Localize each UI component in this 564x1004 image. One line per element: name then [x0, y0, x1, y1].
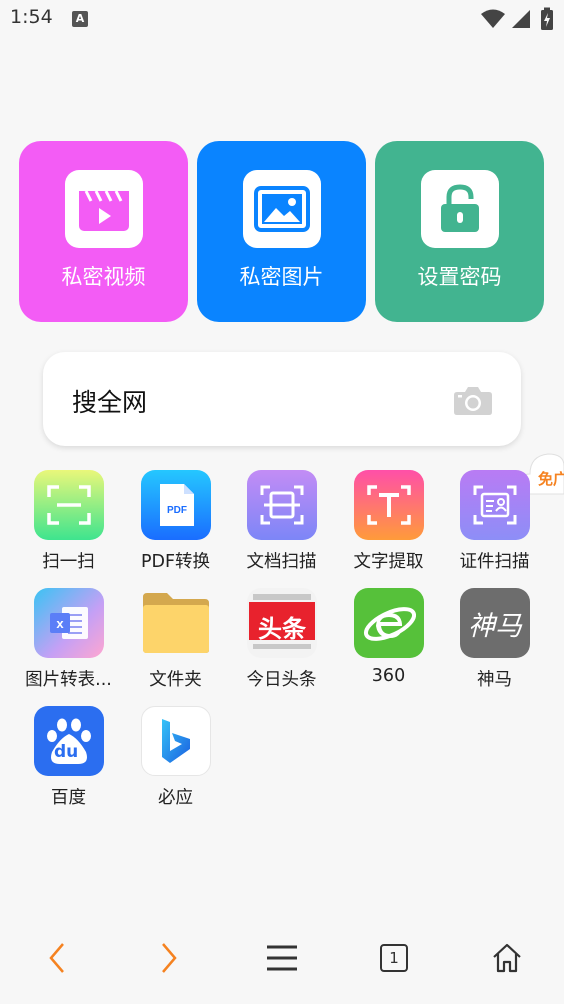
video-icon: [65, 170, 143, 248]
wifi-icon: [481, 9, 505, 28]
baidu-icon-text: du: [54, 742, 79, 762]
search-placeholder: 搜全网: [72, 388, 148, 417]
signal-icon: [512, 10, 530, 28]
app-label: PDF转换: [140, 552, 211, 572]
toutiao-icon: 头条: [247, 588, 317, 658]
notification-icon: A: [72, 11, 88, 27]
app-document-scan[interactable]: 文档扫描: [228, 470, 335, 580]
document-scan-icon: [247, 470, 317, 540]
tabs-icon: 1: [380, 944, 408, 972]
forward-button[interactable]: [144, 936, 194, 980]
home-icon: [493, 943, 521, 973]
back-button[interactable]: [32, 936, 82, 980]
lock-icon: [421, 170, 499, 248]
home-button[interactable]: [482, 936, 532, 980]
back-icon: [49, 943, 64, 973]
set-password-label: 设置密码: [417, 265, 502, 289]
app-image-to-excel[interactable]: x 图片转表...: [15, 588, 122, 698]
app-bing[interactable]: 必应: [122, 706, 229, 816]
status-time: 1:54: [10, 6, 53, 28]
folder-icon: [141, 588, 211, 658]
app-label: 今日头条: [246, 670, 317, 690]
menu-button[interactable]: [257, 936, 307, 980]
app-id-scan[interactable]: 证件扫描: [441, 470, 548, 580]
app-360[interactable]: 360: [335, 588, 442, 698]
app-label: 扫一扫: [42, 552, 95, 572]
app-label: 图片转表...: [25, 670, 112, 690]
app-label: 360: [371, 666, 406, 686]
camera-icon[interactable]: [453, 384, 493, 416]
battery-charging-icon: [541, 7, 553, 30]
app-scan[interactable]: 扫一扫: [15, 470, 122, 580]
shenma-icon-text: 神马: [468, 610, 522, 642]
app-label: 文档扫描: [246, 552, 317, 572]
app-baidu[interactable]: du 百度: [15, 706, 122, 816]
search-box[interactable]: 搜全网: [43, 352, 521, 446]
app-label: 神马: [477, 670, 512, 690]
toutiao-icon-text: 头条: [258, 615, 306, 643]
app-folder[interactable]: 文件夹: [122, 588, 229, 698]
menu-icon: [267, 945, 297, 971]
app-pdf-convert[interactable]: PDF PDF转换: [122, 470, 229, 580]
app-label: 文字提取: [353, 552, 424, 572]
pdf-icon: PDF: [141, 470, 211, 540]
text-extract-icon: [354, 470, 424, 540]
image-to-excel-icon: x: [34, 588, 104, 658]
bottom-nav: 1: [0, 926, 564, 990]
app-toutiao[interactable]: 头条 今日头条: [228, 588, 335, 698]
app-label: 文件夹: [149, 670, 202, 690]
tabs-button[interactable]: 1: [369, 936, 419, 980]
image-icon: [243, 170, 321, 248]
shenma-icon: 神马: [460, 588, 530, 658]
private-video-card[interactable]: 私密视频: [19, 141, 188, 322]
app-label: 必应: [158, 788, 193, 808]
private-image-label: 私密图片: [239, 265, 324, 289]
status-bar: 1:54 A: [0, 0, 564, 38]
scan-icon: [34, 470, 104, 540]
forward-icon: [162, 943, 177, 973]
svg-text:x: x: [56, 616, 64, 631]
private-image-card[interactable]: 私密图片: [197, 141, 366, 322]
svg-text:PDF: PDF: [167, 505, 187, 516]
bing-icon: [141, 706, 211, 776]
app-shenma[interactable]: 神马 神马: [441, 588, 548, 698]
360-browser-icon: [354, 588, 424, 658]
private-video-label: 私密视频: [61, 265, 146, 289]
set-password-card[interactable]: 设置密码: [375, 141, 544, 322]
baidu-icon: du: [34, 706, 104, 776]
app-text-extract[interactable]: 文字提取: [335, 470, 442, 580]
app-label: 证件扫描: [459, 552, 530, 572]
app-label: 百度: [51, 788, 86, 808]
id-scan-icon: [460, 470, 530, 540]
